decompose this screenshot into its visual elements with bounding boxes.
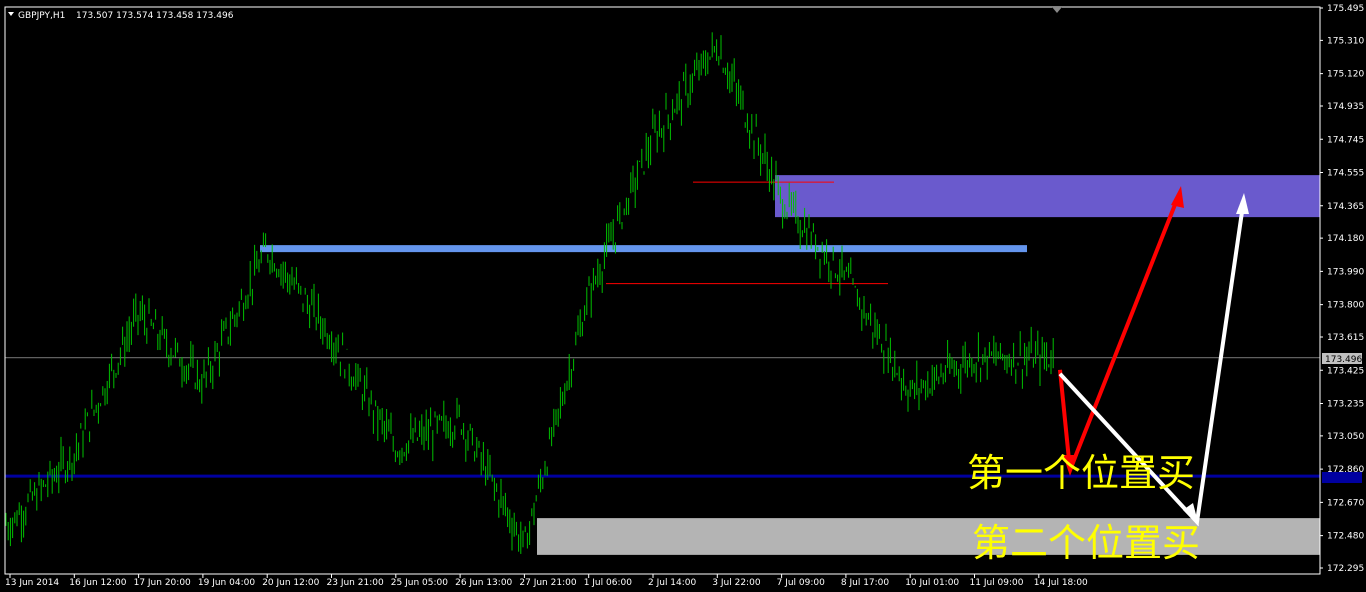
y-tick-label: 175.310 (1327, 36, 1364, 46)
price-chart[interactable]: 175.495 175.310 175.120 174.935 174.745 174.5… (0, 0, 1366, 592)
y-tick-label: 174.365 (1327, 202, 1364, 212)
annotation-second-buy: 第二个位置买 (972, 521, 1200, 565)
chart-background (0, 0, 1366, 592)
y-tick-label: 173.800 (1327, 301, 1364, 311)
x-tick-label: 13 Jun 2014 (5, 578, 59, 588)
x-tick-label: 17 Jun 20:00 (134, 578, 191, 588)
x-tick-label: 25 Jun 05:00 (391, 578, 448, 588)
x-tick-label: 27 Jun 21:00 (519, 578, 576, 588)
y-tick-label: 173.425 (1327, 366, 1364, 376)
y-tick-label: 174.180 (1327, 234, 1364, 244)
y-tick-label: 172.480 (1327, 532, 1364, 542)
x-tick-label: 7 Jul 09:00 (777, 578, 826, 588)
x-tick-label: 23 Jun 21:00 (327, 578, 384, 588)
x-tick-label: 20 Jun 12:00 (262, 578, 319, 588)
x-tick-label: 3 Jul 22:00 (712, 578, 761, 588)
x-tick-label: 16 Jun 12:00 (69, 578, 126, 588)
y-tick-label: 173.050 (1327, 432, 1364, 442)
ohlc-label: 173.507 173.574 173.458 173.496 (76, 11, 234, 21)
y-tick-label: 174.935 (1327, 102, 1364, 112)
y-tick-label: 175.495 (1327, 4, 1364, 14)
current-price-value: 173.496 (1325, 355, 1362, 365)
support-zone (537, 518, 1320, 555)
symbol-label: GBPJPY,H1 (18, 11, 65, 21)
x-tick-label: 2 Jul 14:00 (648, 578, 697, 588)
x-tick-label: 11 Jul 09:00 (970, 578, 1024, 588)
x-tick-label: 19 Jun 04:00 (198, 578, 255, 588)
y-tick-label: 173.990 (1327, 267, 1364, 277)
y-tick-label: 174.745 (1327, 135, 1364, 145)
x-tick-label: 26 Jun 13:00 (455, 578, 512, 588)
annotation-first-buy: 第一个位置买 (967, 451, 1195, 495)
y-tick-label: 173.235 (1327, 400, 1364, 410)
y-tick-label: 174.555 (1327, 169, 1364, 179)
y-tick-label: 172.295 (1327, 564, 1364, 574)
y-tick-label: 172.670 (1327, 498, 1364, 508)
x-tick-label: 1 Jul 06:00 (584, 578, 633, 588)
blue-level-tag (1322, 472, 1362, 483)
x-tick-label: 10 Jul 01:00 (905, 578, 959, 588)
current-price-tag: 173.496 (1322, 353, 1362, 365)
x-tick-label: 14 Jul 18:00 (1034, 578, 1088, 588)
y-tick-label: 173.615 (1327, 333, 1364, 343)
y-tick-label: 175.120 (1327, 70, 1364, 80)
x-tick-label: 8 Jul 17:00 (841, 578, 890, 588)
